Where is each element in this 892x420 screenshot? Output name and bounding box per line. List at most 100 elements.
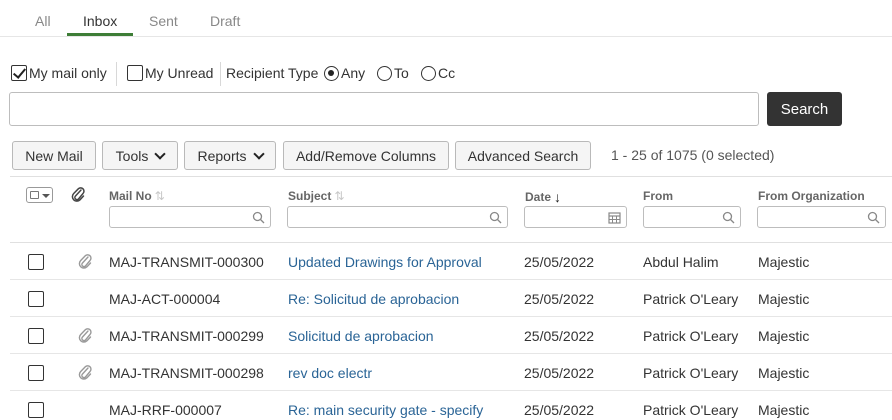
recipient-to-radio[interactable] bbox=[377, 66, 392, 81]
date-cell: 25/05/2022 bbox=[524, 254, 595, 270]
filter-divider bbox=[116, 62, 117, 86]
subject-header-label: Subject bbox=[288, 189, 332, 203]
column-header-date[interactable]: Date ↓ bbox=[525, 189, 561, 205]
recipient-cc-radio[interactable] bbox=[421, 66, 436, 81]
search-icon bbox=[722, 211, 735, 224]
subject-link[interactable]: Re: main security gate - specify bbox=[288, 402, 483, 418]
from-cell: Patrick O'Leary bbox=[643, 328, 739, 344]
search-icon bbox=[252, 211, 265, 224]
attachment-icon bbox=[78, 326, 92, 347]
attachment-icon bbox=[78, 252, 92, 273]
select-all-dropdown[interactable] bbox=[26, 187, 53, 203]
search-icon bbox=[867, 211, 880, 224]
column-header-from[interactable]: From bbox=[643, 189, 673, 203]
subject-link[interactable]: rev doc electr bbox=[288, 365, 372, 381]
row-checkbox[interactable] bbox=[28, 365, 44, 381]
pagination-summary: 1 - 25 of 1075 (0 selected) bbox=[611, 147, 775, 163]
mail-tabs: All Inbox Sent Draft bbox=[0, 0, 892, 37]
table-row[interactable]: MAJ-ACT-000004 Re: Solicitud de aprobaci… bbox=[10, 280, 892, 317]
new-mail-label: New Mail bbox=[25, 147, 83, 164]
reports-dropdown[interactable]: Reports bbox=[184, 141, 276, 170]
table-row[interactable]: MAJ-RRF-000007 Re: main security gate - … bbox=[10, 391, 892, 420]
search-input[interactable] bbox=[9, 92, 759, 126]
table-row[interactable]: MAJ-TRANSMIT-000299 Solicitud de aprobac… bbox=[10, 317, 892, 354]
mail-no-cell: MAJ-RRF-000007 bbox=[109, 402, 222, 418]
my-mail-only-checkbox[interactable] bbox=[11, 65, 27, 81]
from-cell: Abdul Halim bbox=[643, 254, 719, 270]
subject-link[interactable]: Solicitud de aprobacion bbox=[288, 328, 434, 344]
sort-icon[interactable]: ⇅ bbox=[155, 189, 165, 203]
new-mail-button[interactable]: New Mail bbox=[12, 141, 96, 170]
from-org-cell: Majestic bbox=[758, 254, 810, 270]
reports-label: Reports bbox=[197, 147, 247, 164]
column-header-subject[interactable]: Subject ⇅ bbox=[288, 189, 344, 203]
date-cell: 25/05/2022 bbox=[524, 402, 595, 418]
calendar-icon bbox=[608, 212, 621, 224]
filter-divider bbox=[220, 62, 221, 86]
table-row[interactable]: MAJ-TRANSMIT-000298 rev doc electr 25/05… bbox=[10, 354, 892, 391]
subject-link[interactable]: Re: Solicitud de aprobacion bbox=[288, 291, 459, 307]
add-remove-columns-label: Add/Remove Columns bbox=[295, 147, 437, 164]
row-checkbox[interactable] bbox=[28, 328, 44, 344]
mail-no-cell: MAJ-TRANSMIT-000299 bbox=[109, 328, 264, 344]
my-unread-label[interactable]: My Unread bbox=[145, 65, 213, 81]
tab-all[interactable]: All bbox=[35, 13, 51, 29]
from-org-cell: Majestic bbox=[758, 291, 810, 307]
column-header-mail-no[interactable]: Mail No ⇅ bbox=[109, 189, 165, 203]
from-filter-input[interactable] bbox=[643, 206, 741, 228]
tab-draft[interactable]: Draft bbox=[210, 13, 240, 29]
grid-top-border bbox=[10, 176, 892, 177]
from-cell: Patrick O'Leary bbox=[643, 402, 739, 418]
date-header-label: Date bbox=[525, 190, 552, 204]
sort-descending-icon[interactable]: ↓ bbox=[554, 189, 561, 205]
tools-label: Tools bbox=[115, 147, 149, 164]
my-mail-only-label[interactable]: My mail only bbox=[29, 65, 107, 81]
mail-no-cell: MAJ-TRANSMIT-000300 bbox=[109, 254, 264, 270]
from-org-filter-input[interactable] bbox=[757, 206, 886, 228]
date-cell: 25/05/2022 bbox=[524, 291, 595, 307]
from-org-header-label: From Organization bbox=[758, 189, 865, 203]
my-unread-checkbox[interactable] bbox=[127, 65, 143, 81]
checkbox-icon bbox=[30, 191, 39, 199]
date-filter-input[interactable] bbox=[524, 206, 627, 228]
from-org-cell: Majestic bbox=[758, 328, 810, 344]
chevron-down-icon bbox=[252, 147, 265, 160]
from-header-label: From bbox=[643, 189, 673, 203]
from-cell: Patrick O'Leary bbox=[643, 291, 739, 307]
sort-icon[interactable]: ⇅ bbox=[334, 189, 344, 203]
attachment-icon bbox=[78, 363, 92, 384]
mail-no-header-label: Mail No bbox=[109, 189, 152, 203]
tools-dropdown[interactable]: Tools bbox=[102, 141, 178, 170]
search-icon bbox=[489, 211, 502, 224]
search-button[interactable]: Search bbox=[767, 92, 842, 126]
row-checkbox[interactable] bbox=[28, 402, 44, 418]
mail-no-cell: MAJ-ACT-000004 bbox=[109, 291, 221, 307]
tab-sent[interactable]: Sent bbox=[149, 13, 178, 29]
date-cell: 25/05/2022 bbox=[524, 328, 595, 344]
recipient-any-label[interactable]: Any bbox=[341, 65, 365, 81]
column-header-from-organization[interactable]: From Organization bbox=[758, 189, 865, 203]
advanced-search-button[interactable]: Advanced Search bbox=[455, 141, 591, 170]
tab-inbox[interactable]: Inbox bbox=[83, 13, 117, 29]
recipient-type-label: Recipient Type bbox=[226, 65, 319, 81]
recipient-cc-label[interactable]: Cc bbox=[438, 65, 455, 81]
mail-no-cell: MAJ-TRANSMIT-000298 bbox=[109, 365, 264, 381]
from-org-cell: Majestic bbox=[758, 365, 810, 381]
date-cell: 25/05/2022 bbox=[524, 365, 595, 381]
from-org-cell: Majestic bbox=[758, 402, 810, 418]
attachment-column-icon bbox=[71, 185, 85, 206]
from-cell: Patrick O'Leary bbox=[643, 365, 739, 381]
active-tab-indicator bbox=[67, 33, 133, 36]
recipient-to-label[interactable]: To bbox=[394, 65, 409, 81]
row-checkbox[interactable] bbox=[28, 254, 44, 270]
subject-filter-input[interactable] bbox=[287, 206, 508, 228]
mail-no-filter-input[interactable] bbox=[109, 206, 271, 228]
advanced-search-label: Advanced Search bbox=[467, 147, 579, 164]
caret-down-icon bbox=[42, 194, 50, 198]
add-remove-columns-button[interactable]: Add/Remove Columns bbox=[283, 141, 449, 170]
table-row[interactable]: MAJ-TRANSMIT-000300 Updated Drawings for… bbox=[10, 243, 892, 280]
row-checkbox[interactable] bbox=[28, 291, 44, 307]
chevron-down-icon bbox=[154, 147, 167, 160]
recipient-any-radio[interactable] bbox=[324, 66, 339, 81]
subject-link[interactable]: Updated Drawings for Approval bbox=[288, 254, 482, 270]
